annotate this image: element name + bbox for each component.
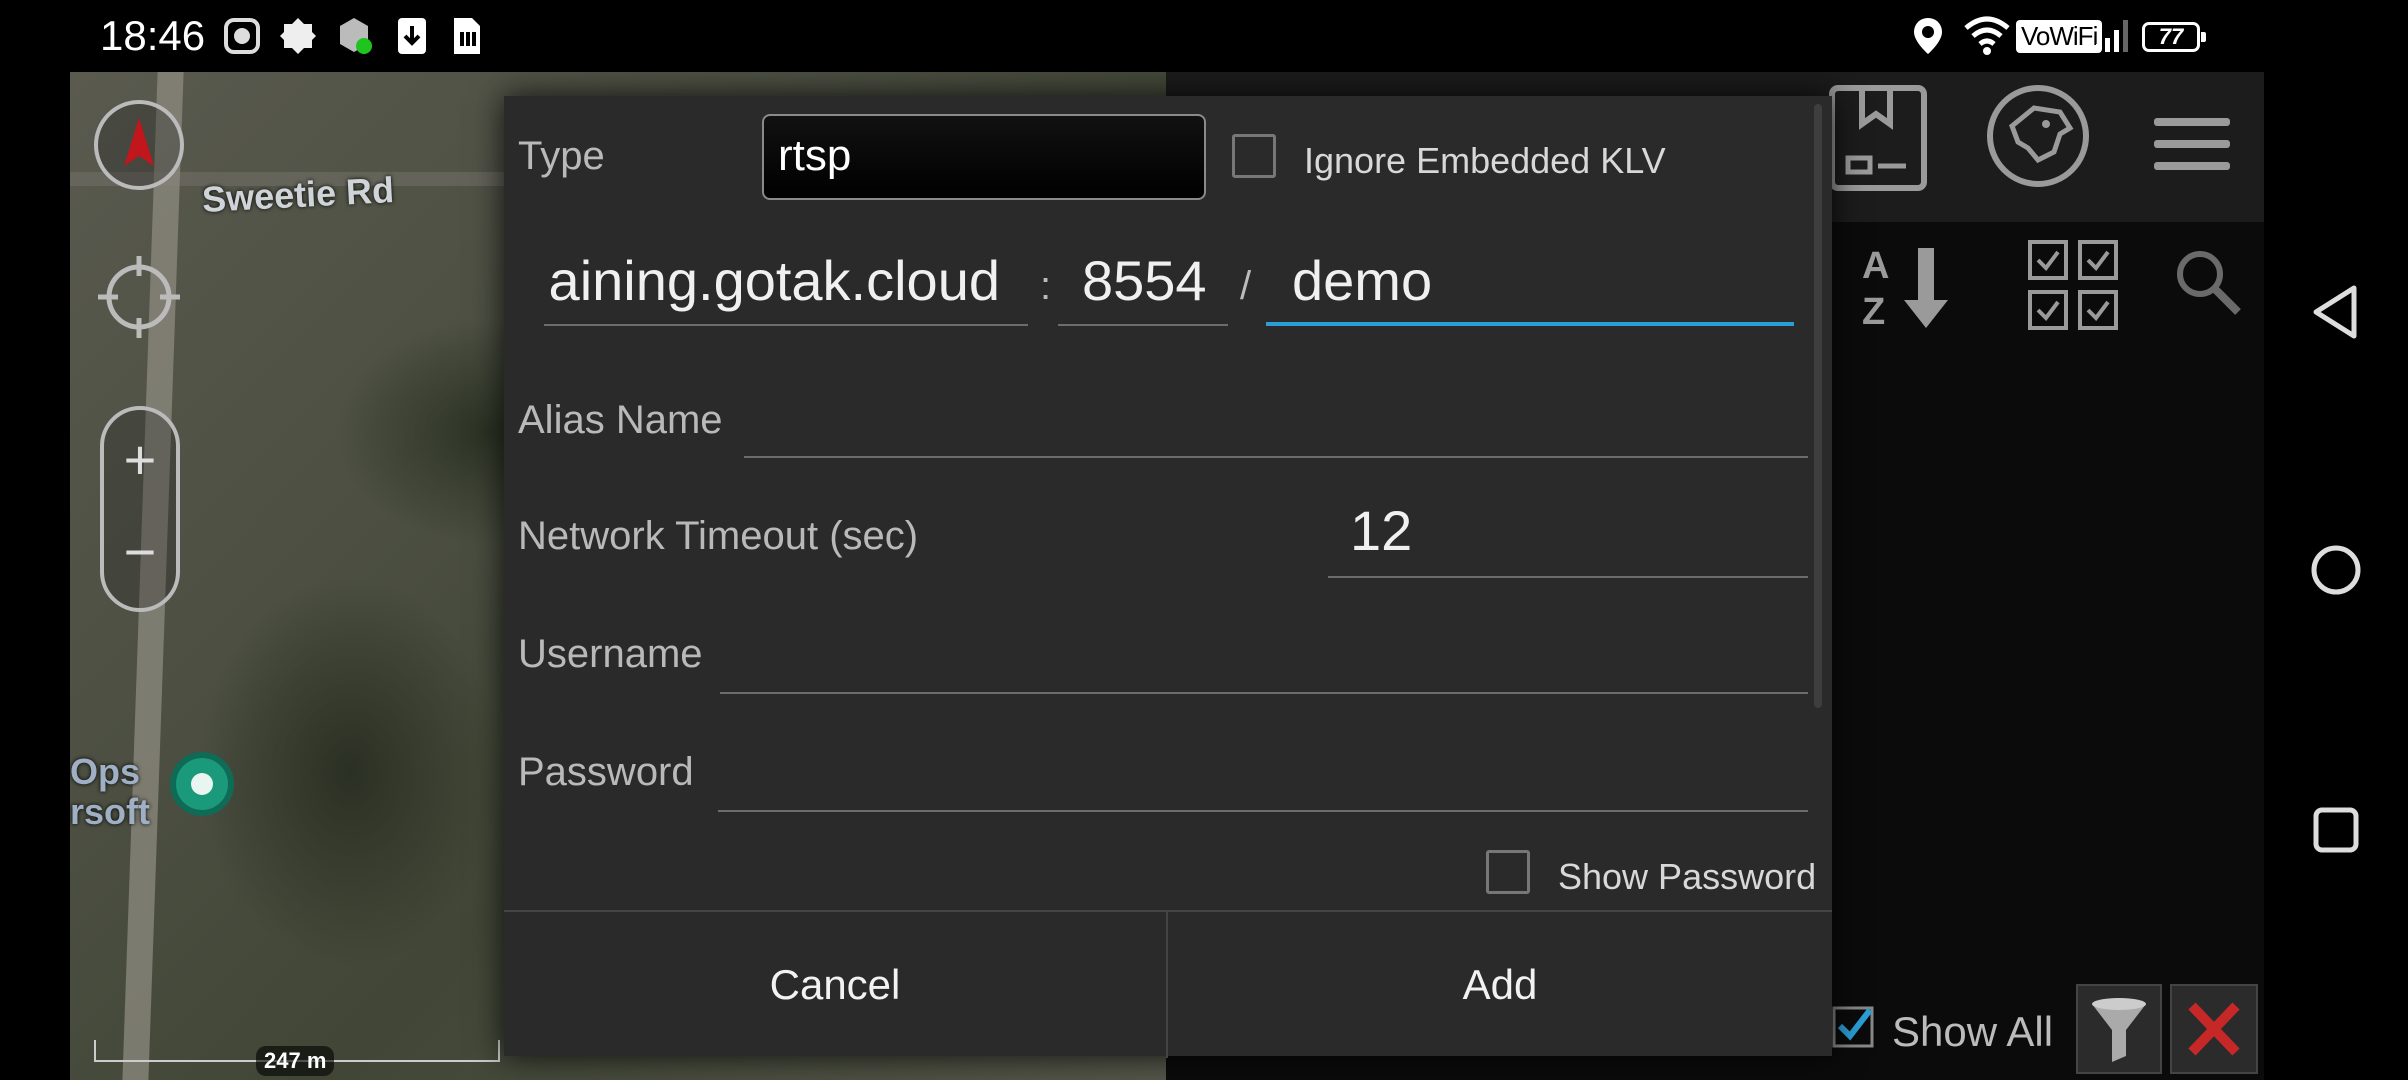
show-password-label: Show Password (1558, 856, 1817, 897)
scale-label: 247 m (256, 1046, 335, 1076)
system-nav-bar (2264, 72, 2408, 1080)
filter-icon (2092, 998, 2146, 1062)
password-label: Password (518, 750, 694, 794)
map-place-label: Ops rsoft (70, 752, 150, 832)
network-timeout-label: Network Timeout (sec) (518, 514, 919, 558)
map-marker[interactable] (170, 752, 234, 816)
search-icon[interactable] (2174, 248, 2242, 316)
host-input[interactable]: aining.gotak.cloud (546, 244, 1024, 324)
map-place-label-line1: Ops (70, 751, 141, 792)
locate-me-button[interactable] (94, 252, 184, 342)
dialog-scrollbar[interactable] (1814, 104, 1822, 708)
type-dropdown[interactable]: rtsp (762, 114, 1206, 200)
close-icon (2188, 1002, 2240, 1056)
battery-icon: 77 (2142, 22, 2206, 52)
package-icon[interactable] (1826, 82, 1930, 196)
signal-strength-icon (2096, 20, 2128, 52)
port-input[interactable]: 8554 (1082, 248, 1207, 313)
recents-icon[interactable] (2304, 798, 2368, 862)
home-icon[interactable] (2304, 538, 2368, 602)
map-place-label-line2: rsoft (70, 791, 150, 832)
path-input-underline-focused (1266, 322, 1794, 326)
add-video-alias-dialog: Type rtsp Ignore Embedded KLV aining.got… (504, 96, 1832, 1058)
close-filter-button[interactable] (2170, 984, 2258, 1074)
cancel-button[interactable]: Cancel (504, 912, 1166, 1058)
svg-text:Z: Z (1862, 291, 1885, 333)
show-password-checkbox[interactable] (1486, 850, 1530, 894)
show-all-checkbox[interactable] (1832, 1006, 1874, 1048)
host-input-text: aining.gotak.cloud (548, 249, 1000, 312)
alias-name-label: Alias Name (518, 398, 723, 442)
ignore-klv-checkbox[interactable] (1232, 134, 1276, 178)
username-underline (720, 692, 1808, 694)
svg-text:A: A (1862, 245, 1889, 287)
download-icon (398, 18, 426, 54)
clock: 18:46 (100, 12, 206, 59)
network-timeout-input[interactable]: 12 (1350, 498, 1412, 563)
tak-notification-icon (340, 18, 372, 54)
back-icon[interactable] (2304, 280, 2368, 344)
path-input[interactable]: demo (1292, 248, 1432, 313)
zoom-control: + − (100, 406, 180, 612)
network-timeout-underline (1328, 576, 1808, 578)
zoom-out-button[interactable]: − (104, 522, 176, 582)
crosshair-icon (98, 256, 180, 338)
host-input-underline (544, 324, 1028, 326)
password-underline (718, 810, 1808, 812)
select-all-icon[interactable] (2026, 238, 2122, 334)
add-button[interactable]: Add (1168, 912, 1832, 1058)
status-bar: 18:46 VoWiFi 77 (0, 0, 2408, 72)
wifi-icon (1964, 16, 2010, 55)
host-port-separator: : (1040, 264, 1052, 308)
app-notification-icon (224, 18, 260, 54)
dog-icon[interactable] (1984, 82, 2092, 190)
vowifi-badge: VoWiFi (2016, 20, 2103, 53)
path-separator: / (1240, 264, 1252, 308)
username-label: Username (518, 632, 703, 676)
port-input-underline (1058, 324, 1228, 326)
zoom-in-button[interactable]: + (104, 430, 176, 490)
compass-button[interactable] (94, 100, 184, 190)
location-icon (1914, 18, 1942, 54)
sim-card-icon (454, 18, 480, 54)
street-label: Sweetie Rd (201, 169, 395, 220)
north-arrow-icon (124, 118, 154, 166)
menu-icon[interactable] (2154, 116, 2230, 172)
filter-button[interactable] (2076, 984, 2162, 1074)
badge-icon (280, 18, 316, 54)
dialog-button-bar: Cancel Add (504, 910, 1832, 1058)
type-label: Type (518, 134, 605, 178)
alias-name-underline (744, 456, 1808, 458)
ignore-klv-label: Ignore Embedded KLV (1304, 140, 1666, 181)
show-all-label: Show All (1892, 1008, 2054, 1055)
sort-az-icon[interactable]: A Z (1860, 238, 1954, 334)
